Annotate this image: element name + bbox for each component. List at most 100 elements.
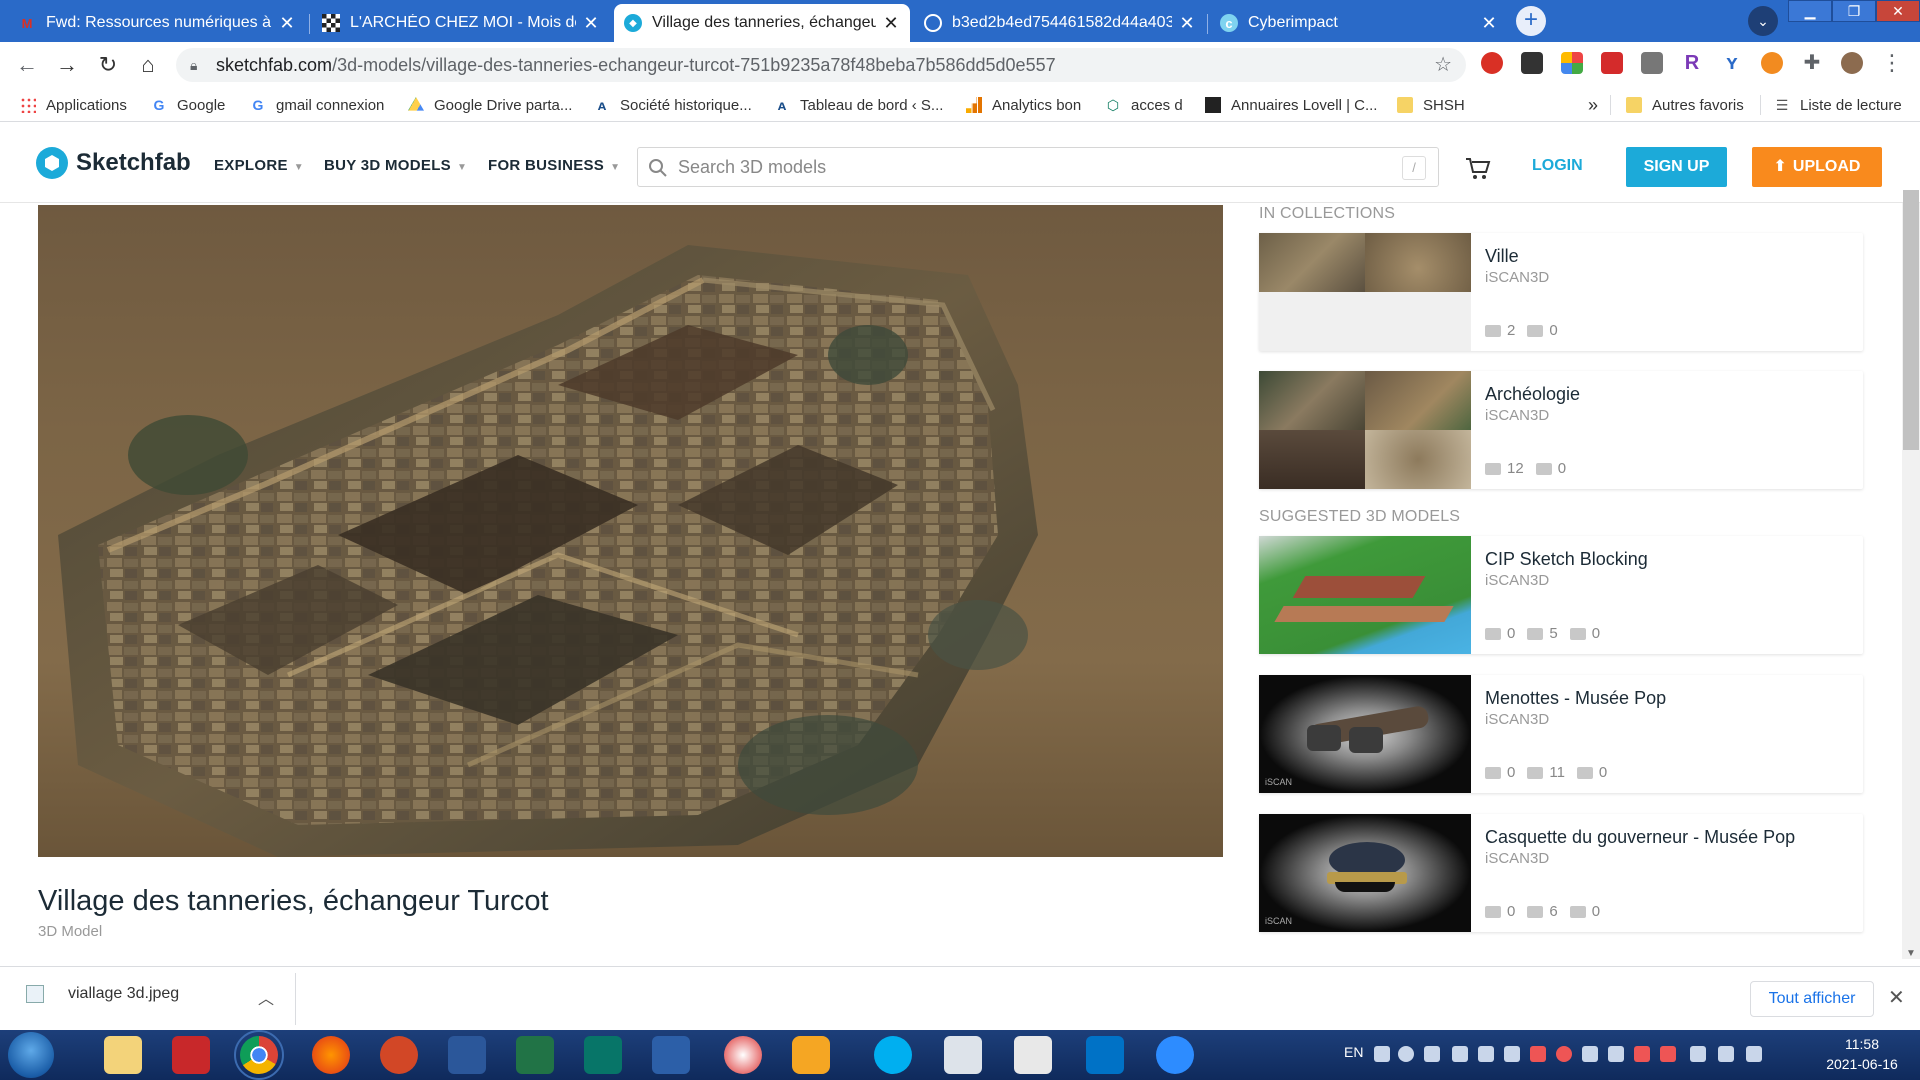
nav-buy-3d-models[interactable]: BUY 3D MODELS ▼ (324, 157, 467, 174)
bookmark-gmail[interactable]: Ggmail connexion (250, 95, 385, 115)
back-arrow-icon[interactable]: ← (12, 50, 42, 80)
tray-icon[interactable] (1608, 1046, 1624, 1062)
cart-icon[interactable] (1463, 153, 1493, 183)
file-explorer-icon[interactable] (104, 1036, 142, 1074)
home-icon[interactable]: ⌂ (133, 50, 163, 80)
network-icon[interactable] (1746, 1046, 1762, 1062)
extension-icon[interactable] (1641, 52, 1663, 74)
start-button[interactable] (8, 1032, 54, 1078)
card-author[interactable]: iSCAN3D (1485, 850, 1549, 867)
bookmark-lovell[interactable]: Annuaires Lovell | C... (1205, 95, 1377, 115)
printer-icon[interactable] (1014, 1036, 1052, 1074)
acrobat-icon[interactable] (172, 1036, 210, 1074)
card-title[interactable]: Ville (1485, 246, 1519, 267)
lock-icon[interactable]: 🔒︎ (190, 48, 197, 82)
language-indicator[interactable]: EN (1344, 1044, 1363, 1060)
tray-icon[interactable] (1556, 1046, 1572, 1062)
forward-arrow-icon[interactable]: → (52, 50, 82, 80)
other-bookmarks[interactable]: Autres favoris (1626, 95, 1744, 115)
bookmarks-overflow-button[interactable]: » (1588, 95, 1598, 115)
tab-archeo[interactable]: L'ARCHÉO CHEZ MOI - Mois de l ✕ (312, 4, 610, 42)
firefox-icon[interactable] (312, 1036, 350, 1074)
photoshop-elements-icon[interactable] (652, 1036, 690, 1074)
word-icon[interactable] (448, 1036, 486, 1074)
maximize-button[interactable]: ❐ (1832, 0, 1876, 22)
powerpoint-icon[interactable] (380, 1036, 418, 1074)
help-icon[interactable] (1398, 1046, 1414, 1062)
bookmark-drive[interactable]: Google Drive parta... (408, 95, 572, 115)
reload-icon[interactable]: ↻ (93, 50, 123, 80)
scroll-down-arrow-icon[interactable]: ▼ (1906, 948, 1916, 959)
nav-for-business[interactable]: FOR BUSINESS ▼ (488, 157, 620, 174)
zoom-icon[interactable] (1156, 1036, 1194, 1074)
chrome-icon[interactable] (234, 1030, 284, 1080)
volume-icon[interactable] (1718, 1046, 1734, 1062)
close-icon[interactable]: ✕ (1888, 985, 1905, 1010)
tab-search-icon[interactable]: ⌄ (1748, 6, 1778, 36)
tab-cyberimpact[interactable]: c Cyberimpact ✕ (1210, 4, 1508, 42)
card-author[interactable]: iSCAN3D (1485, 711, 1549, 728)
bookmark-google[interactable]: G Google (151, 95, 226, 115)
bookmark-shsh-folder[interactable]: SHSH (1397, 95, 1465, 115)
show-all-downloads-button[interactable]: Tout afficher (1750, 981, 1874, 1017)
cloud-icon[interactable] (1582, 1046, 1598, 1062)
card-author[interactable]: iSCAN3D (1485, 572, 1549, 589)
publisher-icon[interactable] (584, 1036, 622, 1074)
signup-button[interactable]: SIGN UP (1626, 147, 1727, 187)
tray-icon[interactable] (1504, 1046, 1520, 1062)
minimize-button[interactable]: ▁ (1788, 0, 1832, 22)
excel-icon[interactable] (516, 1036, 554, 1074)
search-input[interactable]: Search 3D models / (637, 147, 1439, 187)
sketchfab-logo[interactable]: Sketchfab (36, 147, 191, 179)
scrollbar-thumb[interactable] (1903, 190, 1919, 450)
acrobat-icon[interactable] (1601, 52, 1623, 74)
extension-icon[interactable]: R (1681, 52, 1703, 74)
chevron-up-icon[interactable]: ︿ (258, 985, 274, 1009)
card-title[interactable]: CIP Sketch Blocking (1485, 549, 1648, 570)
bookmark-analytics[interactable]: Analytics bon (966, 95, 1081, 115)
bookmark-shsh-1[interactable]: ᴀ Société historique... (594, 95, 752, 115)
clock[interactable]: 11:58 2021-06-16 (1812, 1034, 1912, 1074)
menu-dots-icon[interactable]: ⋮ (1881, 52, 1903, 74)
close-icon[interactable]: ✕ (582, 13, 600, 34)
close-icon[interactable]: ✕ (882, 13, 900, 34)
app-icon[interactable] (724, 1036, 762, 1074)
outlook-icon[interactable] (1086, 1036, 1124, 1074)
bookmark-applications[interactable]: Applications (20, 95, 127, 115)
tray-icon[interactable] (1634, 1046, 1650, 1062)
suggested-card-cip[interactable]: CIP Sketch Blocking iSCAN3D 0 5 0 (1259, 536, 1863, 654)
close-icon[interactable]: ✕ (1178, 13, 1196, 34)
model-viewer[interactable] (38, 205, 1223, 857)
card-author[interactable]: iSCAN3D (1485, 407, 1549, 424)
close-icon[interactable]: ✕ (1480, 13, 1498, 34)
reading-list[interactable]: ☰ Liste de lecture (1774, 95, 1902, 115)
tab-sketchfab[interactable]: ◆ Village des tanneries, échangeur ✕ (614, 4, 910, 42)
scanner-icon[interactable] (944, 1036, 982, 1074)
new-tab-button[interactable]: + (1516, 6, 1546, 36)
extension-icon[interactable] (1481, 52, 1503, 74)
skype-icon[interactable] (874, 1036, 912, 1074)
bookmark-acces[interactable]: ⬡ acces d (1105, 95, 1183, 115)
extension-icon[interactable] (1561, 52, 1583, 74)
collection-card-ville[interactable]: Ville iSCAN3D 2 0 (1259, 233, 1863, 351)
card-author[interactable]: iSCAN3D (1485, 269, 1549, 286)
window-close-button[interactable]: ✕ (1876, 0, 1920, 22)
upload-button[interactable]: ⬆ UPLOAD (1752, 147, 1882, 187)
tray-icon[interactable] (1660, 1046, 1676, 1062)
close-icon[interactable]: ✕ (278, 13, 296, 34)
extension-icon[interactable] (1521, 52, 1543, 74)
flag-icon[interactable] (1690, 1046, 1706, 1062)
card-title[interactable]: Casquette du gouverneur - Musée Pop (1485, 827, 1795, 848)
address-bar[interactable]: 🔒︎ sketchfab.com/3d-models/village-des-t… (176, 48, 1466, 82)
extension-icon[interactable] (1761, 52, 1783, 74)
card-title[interactable]: Menottes - Musée Pop (1485, 688, 1666, 709)
suggested-card-casquette[interactable]: iSCAN Casquette du gouverneur - Musée Po… (1259, 814, 1863, 932)
extension-icon[interactable]: ʏ (1721, 52, 1743, 74)
tray-icon[interactable] (1452, 1046, 1468, 1062)
tray-icon[interactable] (1478, 1046, 1494, 1062)
tab-hash[interactable]: b3ed2b4ed754461582d44a403c ✕ (914, 4, 1206, 42)
collection-card-archeologie[interactable]: Archéologie iSCAN3D 12 0 (1259, 371, 1863, 489)
tab-gmail[interactable]: M Fwd: Ressources numériques à p ✕ (8, 4, 306, 42)
tray-icon[interactable] (1530, 1046, 1546, 1062)
login-button[interactable]: LOGIN (1532, 157, 1583, 175)
